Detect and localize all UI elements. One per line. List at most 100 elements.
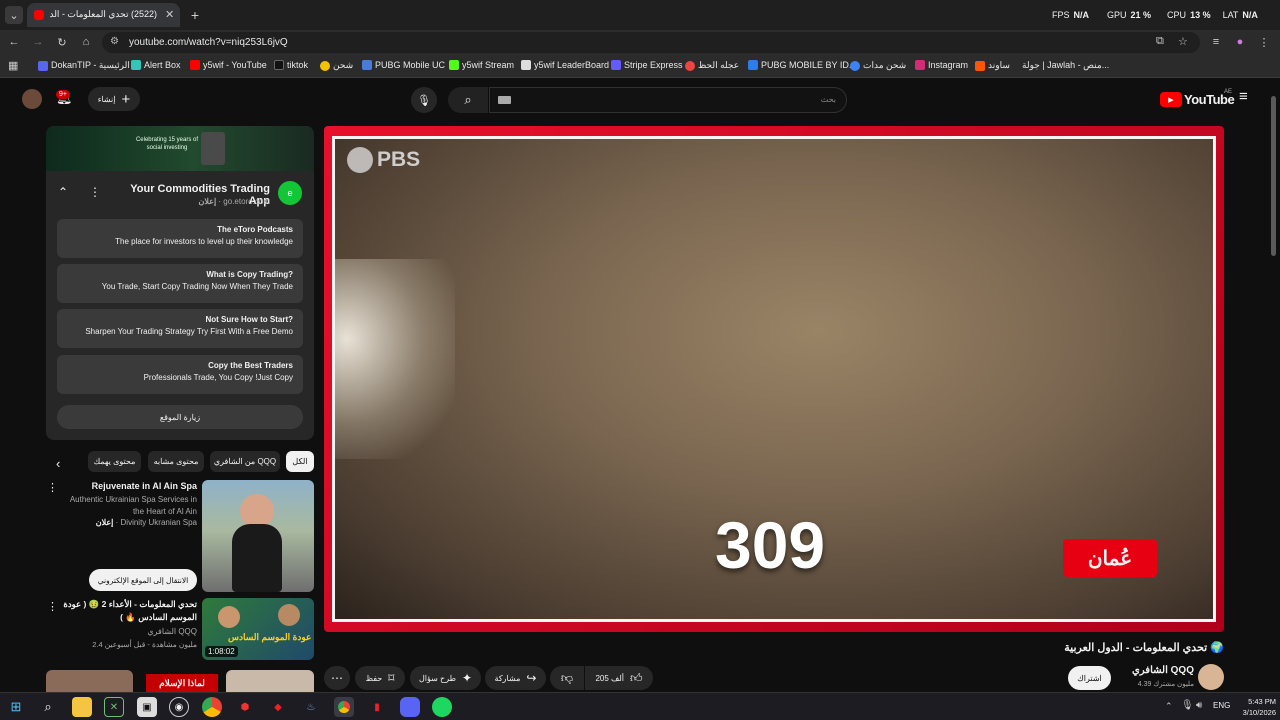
rec-0-cta-button[interactable]: الانتقال إلى الموقع الإلكتروني bbox=[89, 569, 197, 591]
bookmark-7[interactable]: y5wif LeaderBoard bbox=[521, 60, 609, 70]
keyboard-icon[interactable] bbox=[498, 96, 511, 104]
save-button[interactable]: حفظ ⌑ bbox=[355, 666, 405, 690]
spotify-icon[interactable] bbox=[432, 697, 452, 717]
close-tab-icon[interactable]: ✕ bbox=[165, 8, 174, 21]
bookmark-9[interactable]: عجله الحظ bbox=[685, 60, 739, 71]
profile-icon[interactable]: ● bbox=[1232, 34, 1248, 50]
like-button[interactable]: 205 ألف 👍︎ bbox=[585, 666, 653, 690]
steam-icon[interactable]: ♨ bbox=[301, 697, 321, 717]
active-chrome-icon[interactable] bbox=[334, 697, 354, 717]
dislike-button[interactable]: 👎︎ bbox=[550, 666, 584, 690]
rec-1-thumbnail[interactable]: عودة الموسم السادس 1:08:02 bbox=[202, 598, 314, 660]
rec-0-desc: Authentic Ukrainian Spa Services in the … bbox=[69, 495, 197, 516]
rec-1-menu-icon[interactable]: ⋮ bbox=[47, 600, 58, 613]
subscribe-button[interactable]: اشتراك bbox=[1068, 666, 1111, 690]
bookmark-8[interactable]: Stripe Express bbox=[611, 60, 683, 70]
video-player[interactable]: PBS 309 عُمان bbox=[324, 126, 1224, 632]
share-button[interactable]: مشاركة ↪ bbox=[485, 666, 546, 690]
rec-2-title[interactable]: لماذا الإسلام bbox=[146, 674, 218, 692]
rec-0-menu-icon[interactable]: ⋮ bbox=[47, 481, 58, 494]
channel-avatar[interactable] bbox=[1198, 664, 1224, 690]
country-tag: عُمان bbox=[1063, 539, 1157, 577]
ad-row-1[interactable]: What is Copy Trading? You Trade, Start Co… bbox=[57, 264, 303, 303]
home-icon[interactable]: ⌂ bbox=[78, 34, 94, 50]
file-explorer-icon[interactable] bbox=[72, 697, 92, 717]
taskbar-search-icon[interactable]: ⌕ bbox=[38, 697, 58, 717]
discord-icon[interactable] bbox=[400, 697, 420, 717]
ad-row-3[interactable]: Copy the Best Traders Professionals Trade… bbox=[57, 355, 303, 394]
red-app-2-icon[interactable]: ▮ bbox=[367, 697, 387, 717]
search-icon[interactable]: ⌕ bbox=[448, 87, 488, 113]
bookmark-0[interactable]: DokanTIP - الرئيسية bbox=[38, 60, 130, 71]
install-icon[interactable]: ⧉ bbox=[1156, 35, 1164, 48]
new-tab-icon[interactable]: + bbox=[186, 6, 204, 24]
windows-start-icon[interactable]: ⊞ bbox=[6, 697, 26, 717]
rec-2-thumbnail[interactable] bbox=[46, 670, 133, 692]
ad-menu-icon[interactable]: ⋮ bbox=[89, 185, 101, 199]
forward-icon[interactable]: → bbox=[30, 34, 46, 50]
excel-icon[interactable]: ✕ bbox=[104, 697, 124, 717]
rec-1-title[interactable]: تحدي المعلومات - الأعداء 2 🤢 ( عودة المو… bbox=[60, 598, 197, 624]
youtube-play-logo-icon[interactable]: ▶ bbox=[1160, 92, 1182, 107]
chip-interest[interactable]: محتوى يهمك bbox=[88, 451, 141, 472]
create-button[interactable]: إنشاء + bbox=[88, 87, 140, 111]
active-tab[interactable]: (2522) تحدي المعلومات - الد... ✕ bbox=[27, 3, 180, 27]
bookmark-2[interactable]: y5wif - YouTube bbox=[190, 60, 267, 70]
ad-banner[interactable]: Celebrating 15 years of social investing bbox=[46, 126, 314, 171]
site-info-icon[interactable]: ⚙ bbox=[110, 36, 119, 47]
steam-like-icon[interactable]: ◉ bbox=[169, 697, 189, 717]
chips-scroll-left-icon[interactable]: ‹ bbox=[56, 456, 60, 471]
bookmark-3[interactable]: tiktok bbox=[274, 60, 308, 70]
search-input[interactable]: بحث bbox=[489, 87, 847, 113]
bookmark-10[interactable]: PUBG MOBILE BY ID... bbox=[748, 60, 856, 70]
tray-volume-icon[interactable]: 🔊︎ bbox=[1196, 700, 1202, 711]
apps-grid-icon[interactable]: ▦ bbox=[8, 59, 18, 72]
ask-button[interactable]: طرح سؤال ✦ bbox=[410, 666, 481, 690]
voice-search-icon[interactable]: 🎙︎ bbox=[411, 87, 437, 113]
video-frame: PBS 309 عُمان bbox=[332, 136, 1216, 622]
url-text[interactable]: youtube.com/watch?v=niq253L6jvQ bbox=[129, 37, 288, 48]
bookmark-14[interactable]: جولة | Jawlah - منص... bbox=[1022, 60, 1109, 71]
rec-0-thumbnail[interactable] bbox=[202, 480, 314, 592]
ad-row-2[interactable]: Not Sure How to Start? Sharpen Your Tradi… bbox=[57, 309, 303, 348]
media-icon[interactable]: ≡ bbox=[1208, 34, 1224, 50]
collapse-chevron-icon[interactable]: ⌃ bbox=[58, 185, 68, 199]
chip-similar[interactable]: محتوى مشابه bbox=[148, 451, 204, 472]
channel-name[interactable]: الشافري QQQ bbox=[1110, 665, 1194, 676]
bookmark-5[interactable]: PUBG Mobile UC bbox=[362, 60, 445, 70]
bookmark-12[interactable]: Instagram bbox=[915, 60, 968, 70]
chip-from-channel[interactable]: من الشافري QQQ bbox=[210, 451, 280, 472]
more-actions-icon[interactable]: ⋯ bbox=[324, 666, 350, 690]
reload-icon[interactable]: ↻ bbox=[54, 34, 70, 50]
visit-site-button[interactable]: زيارة الموقع bbox=[57, 405, 303, 429]
tab-search-icon[interactable]: ⌄ bbox=[5, 6, 23, 24]
chrome-icon[interactable] bbox=[202, 697, 222, 717]
avatar[interactable] bbox=[22, 89, 42, 109]
bookmark-6[interactable]: y5wif Stream bbox=[449, 60, 514, 70]
tray-chevron-icon[interactable]: ⌃ bbox=[1165, 701, 1173, 712]
bookmark-1[interactable]: Alert Box bbox=[131, 60, 181, 70]
red-app-icon[interactable]: ◆ bbox=[268, 697, 288, 717]
tray-clock[interactable]: 5:43 PM 3/10/2026 bbox=[1234, 696, 1276, 718]
store-icon[interactable]: ▣ bbox=[137, 697, 157, 717]
ad-row-0[interactable]: The eToro Podcasts The place for investor… bbox=[57, 219, 303, 258]
hamburger-menu-icon[interactable]: ≡ bbox=[1239, 88, 1248, 105]
menu-dots-icon[interactable]: ⋮ bbox=[1256, 34, 1272, 50]
bookmark-13[interactable]: ساوند bbox=[975, 60, 1010, 71]
bookmark-4[interactable]: شحن bbox=[320, 60, 353, 71]
omnibox[interactable]: ⚙ youtube.com/watch?v=niq253L6jvQ ⧉ ☆ bbox=[102, 32, 1200, 53]
video-title: تحدي المعلومات - الدول العربية 🌍 bbox=[1064, 642, 1224, 654]
rec-2-thumbnail-right[interactable] bbox=[226, 670, 314, 692]
bookmark-11[interactable]: شحن مدات bbox=[850, 60, 906, 71]
chip-all[interactable]: الكل bbox=[286, 451, 314, 472]
page-scrollbar[interactable] bbox=[1271, 96, 1276, 256]
back-icon[interactable]: ← bbox=[6, 34, 22, 50]
bookmark-star-icon[interactable]: ☆ bbox=[1178, 35, 1188, 48]
tray-mic-icon[interactable]: 🎙︎ bbox=[1181, 700, 1194, 711]
tray-language[interactable]: ENG bbox=[1213, 701, 1230, 710]
etoro-logo-icon[interactable]: e bbox=[278, 181, 302, 205]
rec-1-duration: 1:08:02 bbox=[205, 646, 238, 657]
rec-0-title[interactable]: Rejuvenate in Al Ain Spa bbox=[60, 481, 197, 491]
rec-1-channel[interactable]: الشافري QQQ bbox=[60, 627, 197, 636]
game-launcher-icon[interactable]: ⬢ bbox=[235, 697, 255, 717]
